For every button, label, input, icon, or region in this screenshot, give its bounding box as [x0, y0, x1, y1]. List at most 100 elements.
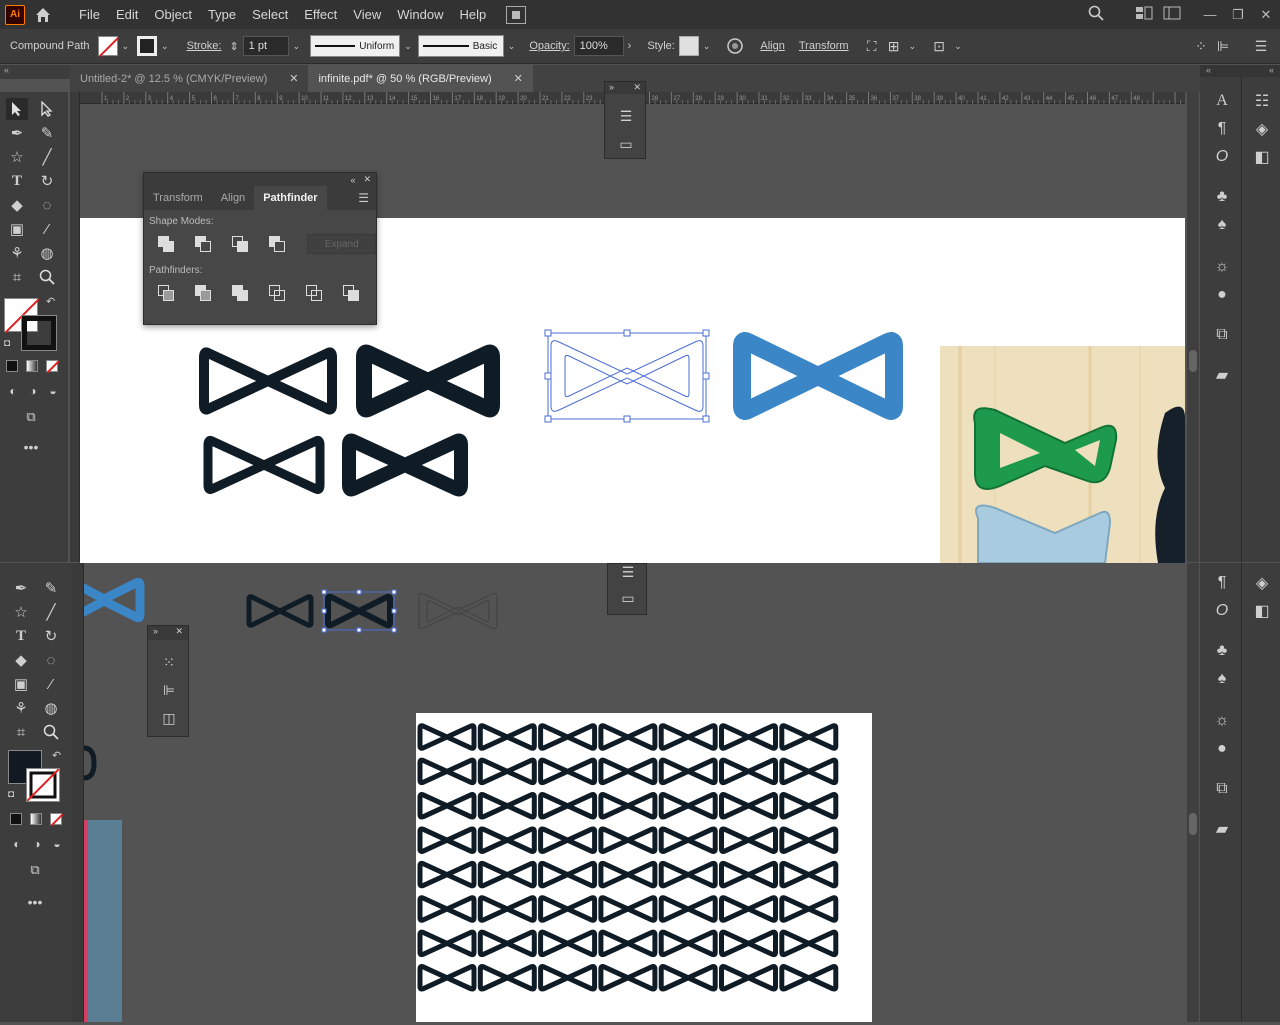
draw-normal-icon[interactable]: ◐ [6, 833, 28, 855]
pattern-bowtie[interactable] [477, 895, 537, 923]
pattern-bowtie[interactable] [658, 826, 718, 854]
eyedropper-tool-icon[interactable]: ⁄ [36, 218, 58, 240]
pattern-bowtie[interactable] [538, 757, 598, 786]
character-panel-icon[interactable]: A [1210, 89, 1234, 113]
stroke-swatch[interactable] [137, 36, 158, 56]
pattern-bowtie[interactable] [779, 929, 839, 958]
pattern-bowtie[interactable] [779, 964, 839, 992]
stroke-color-box[interactable] [26, 768, 60, 802]
direct-selection-tool-icon[interactable] [36, 98, 58, 120]
fill-swatch[interactable] [97, 36, 118, 56]
bowtie-outline-selected[interactable] [544, 329, 710, 423]
tab-infinite-pdf[interactable]: infinite.pdf* @ 50 % (RGB/Preview) ✕ [308, 65, 533, 92]
draw-behind-icon[interactable]: ◑ [22, 380, 44, 402]
menu-file[interactable]: File [71, 7, 108, 22]
pattern-bowtie[interactable] [779, 895, 839, 923]
pathfinder-panel-icon[interactable]: ◫ [159, 710, 179, 727]
close-icon[interactable]: ✕ [175, 626, 183, 640]
chevron-down-icon[interactable]: ⌄ [950, 41, 966, 52]
panel-menu-icon[interactable]: ☰ [618, 564, 638, 581]
pattern-bowtie[interactable] [719, 757, 778, 786]
gradient-mode-icon[interactable] [26, 360, 38, 372]
pattern-bowtie[interactable] [417, 964, 477, 992]
artboards-panel-icon[interactable]: ⧉ [1210, 777, 1234, 801]
layers-panel-icon[interactable]: ◈ [1250, 571, 1274, 595]
opacity-label[interactable]: Opacity: [525, 40, 573, 52]
bowtie-shape-1[interactable] [199, 347, 337, 415]
arrange-documents-icon[interactable] [506, 5, 527, 24]
artboards-panel-icon[interactable]: ⧉ [1210, 323, 1234, 347]
unite-button[interactable] [154, 233, 177, 255]
star-tool-icon[interactable]: ☆ [10, 601, 32, 623]
collapse-icon[interactable]: « [350, 175, 355, 185]
pattern-bowtie[interactable] [719, 723, 778, 751]
expand-icon[interactable]: « [1269, 65, 1274, 77]
pen-tool-icon[interactable]: ✒ [6, 122, 28, 144]
merge-button[interactable] [228, 282, 252, 304]
chevron-down-icon[interactable]: ⌄ [905, 41, 921, 52]
pattern-bowtie[interactable] [538, 929, 598, 958]
graphic-styles-icon[interactable]: ♠ [1210, 213, 1234, 237]
bowtie-shape-2[interactable] [356, 344, 500, 418]
pattern-bowtie[interactable] [779, 757, 839, 786]
panel-layout-icon[interactable] [1158, 6, 1186, 23]
pattern-bowtie[interactable] [779, 723, 839, 751]
pattern-bowtie[interactable] [477, 860, 537, 889]
pattern-bowtie[interactable] [598, 895, 658, 923]
more-tools-icon[interactable]: ••• [24, 891, 46, 913]
panel-menu-icon[interactable]: ☰ [616, 108, 636, 125]
draw-behind-icon[interactable]: ◑ [26, 833, 48, 855]
draw-inside-icon[interactable]: ◒ [42, 380, 64, 402]
tab-align[interactable]: Align [212, 186, 254, 210]
libraries-panel-icon[interactable]: ◧ [1250, 145, 1274, 169]
none-mode-icon[interactable] [50, 813, 64, 827]
expand-icon[interactable]: » [153, 626, 158, 640]
layers-panel-icon[interactable]: ◈ [1250, 117, 1274, 141]
screen-mode-icon[interactable]: ⧉ [20, 406, 42, 428]
align-link[interactable]: Align [756, 40, 788, 52]
star-tool-icon[interactable]: ☆ [6, 146, 28, 168]
restore-icon[interactable]: ❐ [1224, 7, 1252, 23]
expand-button[interactable]: Expand [307, 234, 376, 254]
stroke-label[interactable]: Stroke: [183, 40, 226, 52]
minimize-icon[interactable]: — [1196, 7, 1224, 22]
expand-icon[interactable]: » [609, 82, 614, 94]
none-mode-icon[interactable] [46, 360, 60, 374]
symbols-panel-icon[interactable]: ♣ [1210, 639, 1234, 663]
pattern-bowtie[interactable] [417, 929, 477, 958]
workspace-icon[interactable] [1130, 6, 1158, 23]
color-mode-icon[interactable] [10, 813, 22, 825]
pattern-bowtie[interactable] [719, 895, 778, 923]
chevron-down-icon[interactable]: ⌄ [289, 41, 305, 52]
pattern-bowtie[interactable] [719, 792, 778, 820]
arrange-icon[interactable]: ⊞ [883, 35, 905, 57]
draw-inside-icon[interactable]: ◒ [46, 833, 68, 855]
pattern-bowtie[interactable] [598, 860, 658, 889]
type-tool-icon[interactable]: T [6, 170, 28, 192]
transform-panel-icon[interactable]: ⁙ [159, 654, 179, 671]
minus-front-button[interactable] [191, 233, 214, 255]
stroke-color-box[interactable] [21, 315, 57, 351]
pattern-bowtie[interactable] [719, 860, 778, 889]
paintbrush-tool-icon[interactable]: ╱ [40, 601, 62, 623]
selection-tool-icon[interactable] [6, 98, 28, 120]
pattern-bowtie[interactable] [779, 792, 839, 820]
rotate-tool-icon[interactable]: ↻ [36, 170, 58, 192]
product-photo[interactable] [940, 346, 1185, 564]
pen-tool-icon[interactable]: ✒ [10, 577, 32, 599]
graphic-styles-icon[interactable]: ♠ [1210, 667, 1234, 691]
transparency-panel-icon[interactable]: ● [1210, 737, 1234, 761]
zoom-tool-icon[interactable] [36, 266, 58, 288]
comments-panel-icon[interactable]: ▰ [1210, 363, 1234, 387]
gradient-tool-icon[interactable]: ▣ [6, 218, 28, 240]
chevron-down-icon[interactable]: ⌄ [699, 41, 715, 52]
type-tool-icon[interactable]: T [10, 625, 32, 647]
blend-tool-icon[interactable]: ⚘ [6, 242, 28, 264]
chevron-right-icon[interactable]: › [624, 40, 636, 52]
more-tools-icon[interactable]: ••• [20, 436, 42, 458]
opentype-panel-icon[interactable]: O [1210, 145, 1234, 169]
puppet-warp-icon[interactable]: ⊡ [928, 35, 950, 57]
chevron-down-icon[interactable]: ⌄ [118, 41, 134, 52]
pattern-bowtie[interactable] [417, 792, 477, 820]
stepper-icon[interactable]: ⇕ [225, 40, 242, 53]
